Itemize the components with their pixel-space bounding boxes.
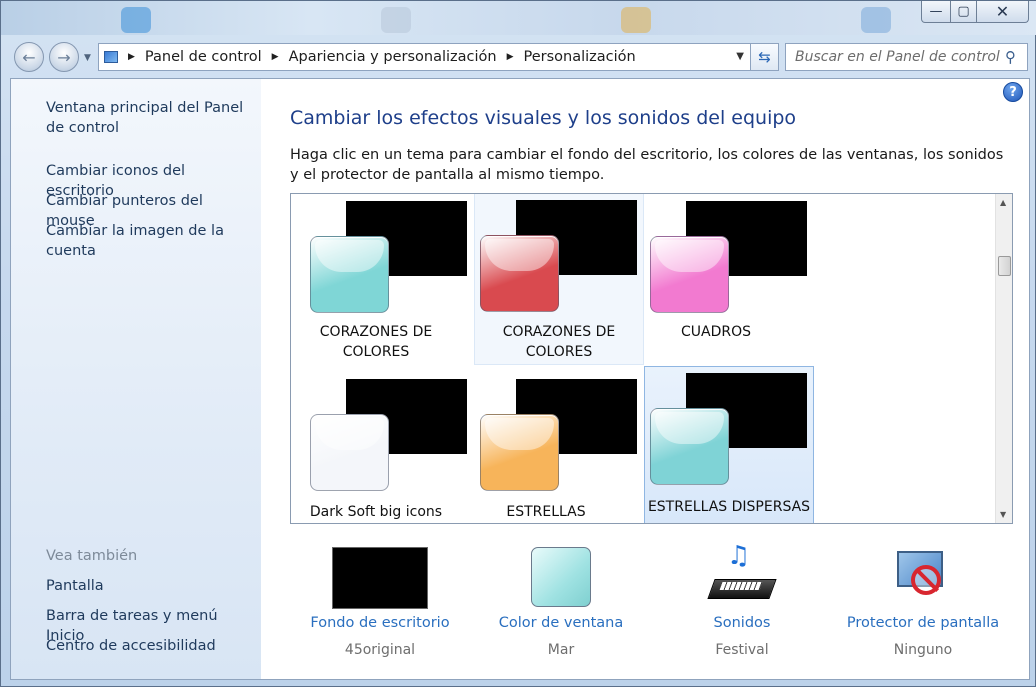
search-input[interactable]: Buscar en el Panel de control [795,49,1005,65]
search-icon[interactable]: ⚲ [1005,48,1027,66]
theme-tile[interactable]: CORAZONES DE COLORES [474,194,644,365]
breadcrumb-panel-de-control[interactable]: Panel de control [145,49,262,65]
theme-color-preview [310,236,389,313]
theme-tile[interactable]: CORAZONES DE COLORES [291,194,467,366]
theme-color-preview [650,408,729,485]
forward-arrow-icon: → [57,47,71,67]
setting-name[interactable]: Protector de pantalla [823,615,1023,631]
theme-name: CORAZONES DE COLORES [502,324,616,360]
search-box[interactable]: Buscar en el Panel de control ⚲ [785,43,1028,71]
scroll-up-icon[interactable]: ▲ [1000,198,1006,207]
desktop-background-icon [332,547,428,609]
close-button[interactable]: ✕ [977,1,1029,23]
theme-color-preview [480,414,559,491]
setting-name[interactable]: Sonidos [642,615,842,631]
theme-tile[interactable]: ESTRELLAS [461,372,637,523]
refresh-icon: ⇆ [758,48,771,66]
desktop-icon-decoration [381,7,411,33]
sidebar: Ventana principal del Panel de control C… [11,79,261,679]
help-icon[interactable]: ? [1003,82,1023,102]
breadcrumb-separator[interactable]: ▶ [128,52,135,62]
setting-value: 45original [344,642,416,658]
sidebar-link-control-panel-home[interactable]: Ventana principal del Panel de control [46,98,256,138]
see-also-accessibility[interactable]: Centro de accesibilidad [46,636,256,656]
address-bar[interactable]: ▶ Panel de control ▶ Apariencia y person… [98,43,750,71]
desktop-icon-decoration [621,7,651,33]
caption-buttons: — ▢ ✕ [921,1,1029,23]
window-frame: — ▢ ✕ ← → ▼ ▶ Panel de control ▶ Aparien… [0,0,1036,687]
sidebar-link-account-picture[interactable]: Cambiar la imagen de la cuenta [46,221,226,261]
setting-name[interactable]: Fondo de escritorio [280,615,480,631]
theme-gallery[interactable]: CORAZONES DE COLORES CORAZONES DE COLORE… [290,193,1013,524]
theme-tile[interactable]: CUADROS [631,194,807,366]
scroll-thumb[interactable] [998,256,1011,276]
breadcrumb-separator[interactable]: ▶ [507,52,514,62]
setting-name[interactable]: Color de ventana [461,615,661,631]
control-panel-icon [104,51,118,63]
theme-name: Dark Soft big icons [309,504,443,520]
breadcrumb-apariencia[interactable]: Apariencia y personalización [289,49,497,65]
content-area: Ventana principal del Panel de control C… [10,78,1030,680]
setting-value: Mar [547,642,575,658]
window-color-icon [531,547,591,607]
breadcrumb-personalizacion[interactable]: Personalización [524,49,636,65]
theme-name: CUADROS [680,324,751,340]
setting-value: Festival [715,642,769,658]
back-arrow-icon: ← [22,47,36,67]
desktop-icon-decoration [861,7,891,33]
page-description: Haga clic en un tema para cambiar el fon… [290,147,1004,183]
theme-tile-selected[interactable]: ESTRELLAS DISPERSAS [644,366,814,523]
theme-scrollbar[interactable]: ▲ ▼ [995,194,1012,523]
music-keyboard-icon: ♫ [707,541,779,607]
theme-color-preview [480,235,559,312]
theme-name: ESTRELLAS [506,504,586,520]
theme-tile[interactable]: Dark Soft big icons [291,372,467,523]
forward-button[interactable]: → [49,42,79,72]
maximize-button[interactable]: ▢ [951,1,977,23]
breadcrumb-separator[interactable]: ▶ [272,52,279,62]
scroll-down-icon[interactable]: ▼ [1000,510,1006,519]
theme-name: ESTRELLAS DISPERSAS [647,499,811,515]
minimize-button[interactable]: — [921,1,951,23]
recent-pages-dropdown[interactable]: ▼ [84,53,91,63]
main-panel: ? Cambiar los efectos visuales y los son… [261,79,1029,679]
see-also-heading: Vea también [46,548,138,564]
setting-value: Ninguno [893,642,953,658]
screensaver-none-icon [893,547,955,607]
theme-color-preview [310,414,389,491]
title-bar[interactable] [1,1,1036,35]
theme-name: CORAZONES DE COLORES [319,324,433,360]
theme-color-preview [650,236,729,313]
see-also-display[interactable]: Pantalla [46,576,256,596]
back-button[interactable]: ← [14,42,44,72]
desktop-icon-decoration [121,7,151,33]
page-title: Cambiar los efectos visuales y los sonid… [290,107,797,129]
refresh-button[interactable]: ⇆ [750,43,779,71]
address-dropdown-icon[interactable]: ▼ [736,51,744,62]
